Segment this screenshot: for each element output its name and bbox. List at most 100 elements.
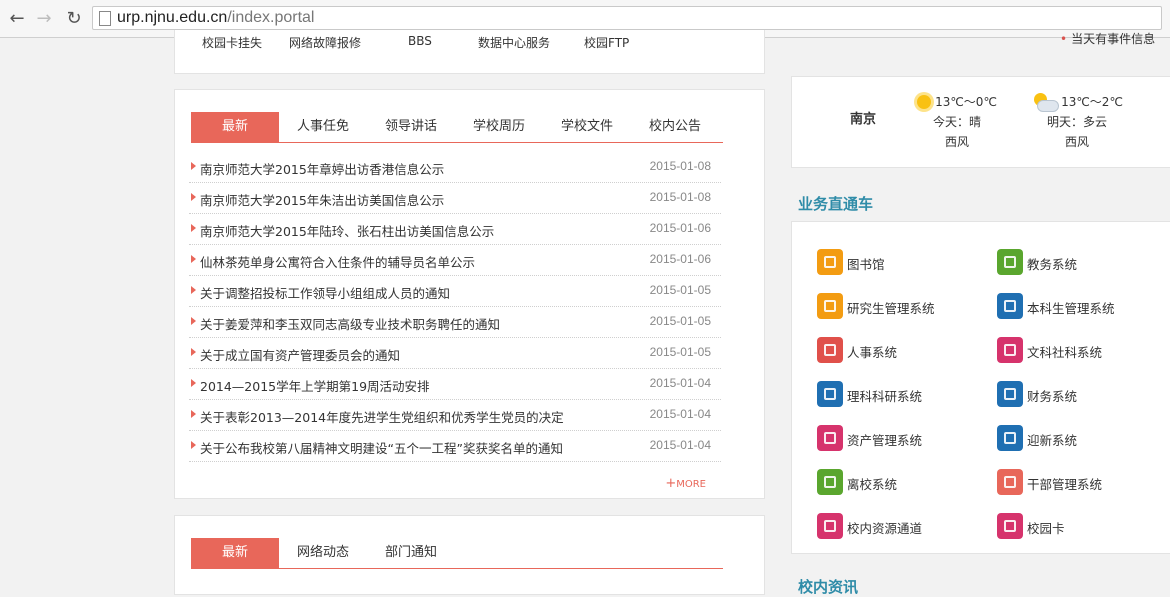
today-temp: 13℃～0℃ bbox=[935, 94, 997, 109]
tab-personnel[interactable]: 人事任免 bbox=[279, 112, 367, 142]
news-title[interactable]: 南京师范大学2015年章婷出访香港信息公示 bbox=[200, 159, 444, 178]
service-label: 财务系统 bbox=[1027, 389, 1078, 404]
tab-department-notice[interactable]: 部门通知 bbox=[367, 538, 455, 568]
tomorrow-temp: 13℃～2℃ bbox=[1061, 94, 1123, 109]
chart-icon bbox=[997, 249, 1023, 275]
weather-tomorrow: 13℃～2℃ 明天：多云 西风 bbox=[1012, 91, 1142, 152]
news-date: 2015-01-05 bbox=[649, 283, 711, 297]
news-list-item[interactable]: 关于成立国有资产管理委员会的通知 2015-01-05 bbox=[189, 338, 721, 369]
service-label: 研究生管理系统 bbox=[847, 301, 935, 316]
news-date: 2015-01-04 bbox=[649, 376, 711, 390]
triangle-bullet-icon bbox=[191, 348, 196, 356]
url-host: urp.njnu.edu.cn bbox=[117, 9, 228, 26]
today-events-notice[interactable]: • 当天有事件信息 bbox=[1060, 30, 1155, 47]
quick-link-ftp[interactable]: 校园FTP bbox=[584, 34, 629, 51]
news-title[interactable]: 关于调整招投标工作领导小组组成人员的通知 bbox=[200, 283, 450, 302]
triangle-bullet-icon bbox=[191, 317, 196, 325]
quick-link-data-center[interactable]: 数据中心服务 bbox=[478, 34, 550, 51]
news-date: 2015-01-06 bbox=[649, 221, 711, 235]
back-arrow-icon[interactable]: ← bbox=[6, 8, 28, 30]
welcome-icon bbox=[997, 425, 1023, 451]
news-list-item[interactable]: 关于公布我校第八届精神文明建设“五个一工程”奖获奖名单的通知 2015-01-04 bbox=[189, 431, 721, 462]
asset-icon bbox=[817, 425, 843, 451]
tomorrow-desc: 明天：多云 bbox=[1046, 114, 1107, 129]
news-list-item[interactable]: 仙林茶苑单身公寓符合入住条件的辅导员名单公示 2015-01-06 bbox=[189, 245, 721, 276]
service-label: 教务系统 bbox=[1027, 257, 1078, 272]
today-desc: 今天：晴 bbox=[932, 114, 981, 129]
second-news-panel: 最新 网络动态 部门通知 bbox=[174, 515, 765, 595]
tab-school-documents[interactable]: 学校文件 bbox=[543, 112, 631, 142]
quick-link-bbs[interactable]: BBS bbox=[408, 34, 432, 48]
news-date: 2015-01-08 bbox=[649, 159, 711, 173]
news-title[interactable]: 关于表彰2013—2014年度先进学生党组织和优秀学生党员的决定 bbox=[200, 407, 564, 426]
triangle-bullet-icon bbox=[191, 162, 196, 170]
news-list-item[interactable]: 关于表彰2013—2014年度先进学生党组织和优秀学生党员的决定 2015-01-… bbox=[189, 400, 721, 431]
reload-icon[interactable]: ↻ bbox=[63, 8, 85, 30]
url-text: urp.njnu.edu.cn/index.portal bbox=[117, 8, 314, 28]
tab-latest-2[interactable]: 最新 bbox=[191, 538, 279, 568]
triangle-bullet-icon bbox=[191, 410, 196, 418]
graduate-icon bbox=[817, 293, 843, 319]
sun-icon bbox=[917, 94, 932, 109]
news-list-item[interactable]: 南京师范大学2015年章婷出访香港信息公示 2015-01-08 bbox=[189, 152, 721, 183]
weather-panel: 南京 13℃～0℃ 今天：晴 西风 13℃～2℃ 明天：多云 西风 bbox=[791, 76, 1170, 168]
more-label: MORE bbox=[676, 479, 706, 490]
student-icon bbox=[997, 293, 1023, 319]
calculator-icon bbox=[997, 381, 1023, 407]
service-label: 资产管理系统 bbox=[847, 433, 923, 448]
service-label: 校内资源通道 bbox=[847, 521, 923, 536]
screen-icon bbox=[817, 381, 843, 407]
triangle-bullet-icon bbox=[191, 286, 196, 294]
news-panel: 最新 人事任免 领导讲话 学校周历 学校文件 校内公告 南京师范大学2015年章… bbox=[174, 89, 765, 499]
tab-latest[interactable]: 最新 bbox=[191, 112, 279, 142]
news-title[interactable]: 关于成立国有资产管理委员会的通知 bbox=[200, 345, 400, 364]
news-date: 2015-01-05 bbox=[649, 345, 711, 359]
plus-icon: + bbox=[665, 476, 677, 491]
card-icon bbox=[997, 513, 1023, 539]
service-label: 离校系统 bbox=[847, 477, 898, 492]
news-list-item[interactable]: 关于姜爱萍和李玉双同志高级专业技术职务聘任的通知 2015-01-05 bbox=[189, 307, 721, 338]
personnel-icon bbox=[817, 337, 843, 363]
service-label: 校园卡 bbox=[1027, 521, 1065, 536]
tab-leader-speech[interactable]: 领导讲话 bbox=[367, 112, 455, 142]
tab-campus-notice[interactable]: 校内公告 bbox=[631, 112, 719, 142]
service-label: 干部管理系统 bbox=[1027, 477, 1103, 492]
address-bar[interactable]: urp.njnu.edu.cn/index.portal bbox=[92, 6, 1162, 30]
partly-cloudy-icon bbox=[1031, 92, 1060, 112]
weather-today: 13℃～0℃ 今天：晴 西风 bbox=[892, 91, 1022, 152]
cadre-icon bbox=[997, 469, 1023, 495]
news-title[interactable]: 南京师范大学2015年朱洁出访美国信息公示 bbox=[200, 190, 444, 209]
bullet-dot-icon: • bbox=[1060, 32, 1068, 46]
quick-link-network-repair[interactable]: 网络故障报修 bbox=[289, 34, 361, 51]
news-title[interactable]: 关于公布我校第八届精神文明建设“五个一工程”奖获奖名单的通知 bbox=[200, 438, 563, 457]
quick-link-card-loss[interactable]: 校园卡挂失 bbox=[202, 34, 262, 51]
news-title[interactable]: 2014—2015学年上学期第19周活动安排 bbox=[200, 376, 430, 395]
service-label: 理科科研系统 bbox=[847, 389, 923, 404]
news-date: 2015-01-06 bbox=[649, 252, 711, 266]
service-label: 迎新系统 bbox=[1027, 433, 1078, 448]
news-list-item[interactable]: 2014—2015学年上学期第19周活动安排 2015-01-04 bbox=[189, 369, 721, 400]
news-tabs: 最新 人事任免 领导讲话 学校周历 学校文件 校内公告 bbox=[191, 112, 723, 143]
news-list-item[interactable]: 南京师范大学2015年朱洁出访美国信息公示 2015-01-08 bbox=[189, 183, 721, 214]
today-events-label: 当天有事件信息 bbox=[1071, 32, 1156, 46]
second-news-tabs: 最新 网络动态 部门通知 bbox=[191, 538, 723, 569]
news-list-item[interactable]: 南京师范大学2015年陆玲、张石柱出访美国信息公示 2015-01-06 bbox=[189, 214, 721, 245]
triangle-bullet-icon bbox=[191, 441, 196, 449]
news-list-item[interactable]: 关于调整招投标工作领导小组组成人员的通知 2015-01-05 bbox=[189, 276, 721, 307]
tab-school-calendar[interactable]: 学校周历 bbox=[455, 112, 543, 142]
page-icon bbox=[99, 11, 111, 26]
forward-arrow-icon[interactable]: → bbox=[33, 8, 55, 30]
url-path: /index.portal bbox=[227, 9, 315, 26]
campus-news-section-title: 校内资讯 bbox=[798, 578, 859, 596]
news-title[interactable]: 南京师范大学2015年陆玲、张石柱出访美国信息公示 bbox=[200, 221, 494, 240]
news-date: 2015-01-05 bbox=[649, 314, 711, 328]
news-title[interactable]: 关于姜爱萍和李玉双同志高级专业技术职务聘任的通知 bbox=[200, 314, 500, 333]
tab-network-news[interactable]: 网络动态 bbox=[279, 538, 367, 568]
news-title[interactable]: 仙林茶苑单身公寓符合入住条件的辅导员名单公示 bbox=[200, 252, 475, 271]
triangle-bullet-icon bbox=[191, 193, 196, 201]
leave-icon bbox=[817, 469, 843, 495]
more-link[interactable]: +MORE bbox=[665, 476, 706, 491]
tomorrow-wind: 西风 bbox=[1064, 134, 1089, 149]
service-label: 图书馆 bbox=[847, 257, 885, 272]
service-label: 文科社科系统 bbox=[1027, 345, 1103, 360]
